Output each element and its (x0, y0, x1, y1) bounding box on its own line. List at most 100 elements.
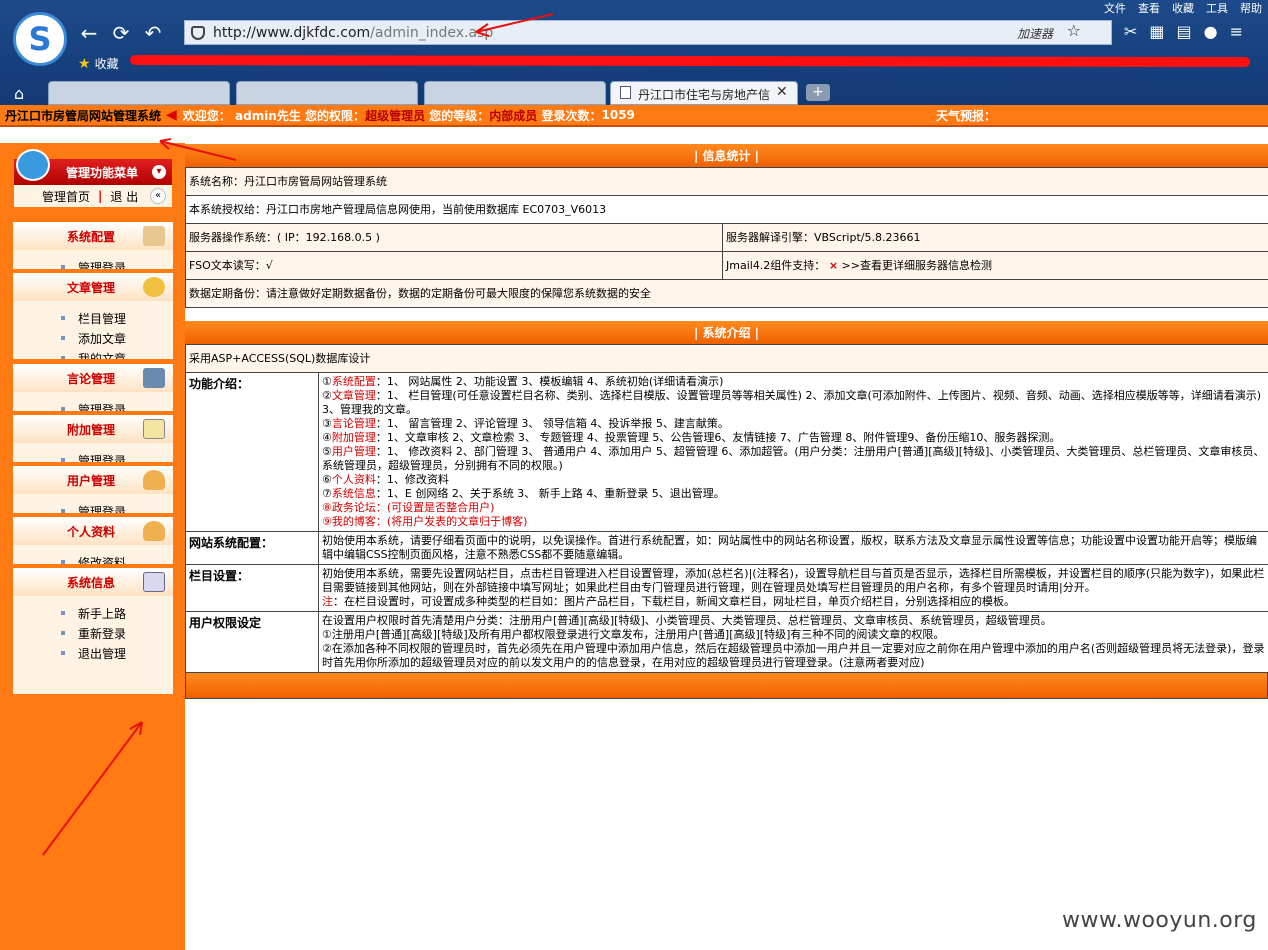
section-header[interactable]: 系统配置 (13, 222, 173, 250)
main-content: | 信息统计 | 系统名称：丹江口市房管局网站管理系统 本系统授权给：丹江口市房… (184, 143, 1268, 699)
weather-label: 天气预报： (936, 108, 997, 123)
back-icon[interactable]: ← (78, 22, 100, 44)
sidebar-section-article: 文章管理 栏目管理 添加文章 我的文章 (13, 273, 173, 359)
section-header[interactable]: 用户管理 (13, 466, 173, 494)
permission-text: 在设置用户权限时首先清楚用户分类：注册用户[普通][高级][特级]、小类管理员、… (317, 611, 1268, 673)
fso-support: FSO文本读写：√ (185, 251, 723, 280)
func-key: 个人资料 (331, 473, 376, 486)
sidebar-item[interactable]: 我的文章 (61, 349, 173, 359)
menu-icon[interactable]: ≡ (1230, 22, 1243, 41)
star-icon: ★ (78, 55, 91, 72)
sidebar-item[interactable]: 新手上路 (61, 604, 173, 624)
watermark: www.wooyun.org (1062, 908, 1257, 933)
logout-link[interactable]: 退 出 (110, 188, 138, 205)
cross-icon: × (828, 258, 839, 272)
favorites-label[interactable]: 收藏 (95, 55, 119, 72)
section-header[interactable]: 个人资料 (13, 517, 173, 545)
sidebar-item[interactable]: 管理登录 (61, 400, 173, 411)
section-header[interactable]: 附加管理 (13, 415, 173, 443)
menu-favorites[interactable]: 收藏 (1172, 0, 1194, 16)
func-line: ⑦系统信息：1、E 创网络 2、关于系统 3、 新手上路 4、重新登录 5、退出… (322, 487, 1265, 501)
user-name: admin先生 (235, 108, 301, 123)
section-title: 系统配置 (67, 230, 116, 244)
sidebar-item[interactable]: 修改资料 (61, 553, 173, 564)
system-name: 系统名称：丹江口市房管局网站管理系统 (185, 167, 1268, 196)
chat-icon[interactable]: ● (1204, 22, 1218, 41)
num: ③ (322, 417, 332, 430)
address-bar[interactable]: http://www.djkfdc.com/admin_index.asp 加速… (184, 20, 1112, 45)
close-icon[interactable]: ✕ (776, 84, 788, 100)
func-value: ：1、E 创网络 2、关于系统 3、 新手上路 4、重新登录 5、退出管理。 (375, 487, 725, 500)
func-value: ：1、 栏目管理(可任意设置栏目名称、类别、选择栏目模版、设置管理员等等相关属性… (322, 389, 1262, 416)
sidebar-item[interactable]: 退出管理 (61, 644, 173, 664)
calendar-icon (143, 572, 165, 592)
accelerator-label[interactable]: 加速器 (1017, 25, 1053, 42)
menu-help[interactable]: 帮助 (1240, 0, 1262, 16)
func-value: ：(将用户发表的文章归于博客) (375, 515, 528, 528)
menu-file[interactable]: 文件 (1104, 0, 1126, 16)
note-key: 注 (322, 595, 333, 608)
tab-1[interactable] (48, 81, 230, 105)
spacer (185, 308, 1268, 320)
section-title: 个人资料 (67, 525, 116, 539)
sidebar-quick-links: 管理首页 | 退 出 « (14, 185, 172, 207)
collapse-icon[interactable]: ▾ (152, 165, 166, 179)
perm-label: 您的权限： (305, 108, 366, 123)
menu-view[interactable]: 查看 (1138, 0, 1160, 16)
sidebar-section-profile: 个人资料 修改资料 (13, 517, 173, 564)
num: ⑨ (322, 515, 332, 528)
license-info: 本系统授权给：丹江口市房地产管理局信息网使用，当前使用数据库 EC0703_V6… (185, 195, 1268, 224)
sidebar-item[interactable]: 管理登录 (61, 451, 173, 462)
sidebar-item[interactable]: 重新登录 (61, 624, 173, 644)
jmail-support: Jmail4.2组件支持： × >>查看更详细服务器信息检测 (722, 251, 1268, 280)
tab-title: 丹江口市住宅与房地产信 (638, 88, 771, 102)
column-text: 初始使用本系统，需要先设置网站栏目，点击栏目管理进入栏目设置管理，添加(总栏名)… (317, 564, 1268, 612)
section-title: 附加管理 (67, 423, 116, 437)
site-config-label: 网站系统配置： (185, 531, 319, 565)
func-key: 我的博客 (331, 515, 376, 528)
func-value: ：1、 修改资料 2、部门管理 3、 普通用户 4、添加用户 5、超管管理 6、… (322, 445, 1265, 472)
func-value: ：1、文章审核 2、文章检索 3、 专题管理 4、投票管理 5、公告管理6、友情… (375, 431, 1061, 444)
server-detail-link[interactable]: >>查看更详细服务器信息检测 (842, 259, 992, 272)
shield-icon (191, 25, 205, 40)
chevron-left-icon[interactable]: « (150, 188, 166, 204)
tab-3[interactable] (424, 81, 606, 105)
func-key: 用户管理 (331, 445, 376, 458)
scissors-icon[interactable]: ✂ (1124, 22, 1137, 41)
section-title: 系统信息 (67, 576, 116, 590)
section-header[interactable]: 系统信息 (13, 568, 173, 596)
column-label: 栏目设置： (185, 564, 319, 612)
section-header[interactable]: 文章管理 (13, 273, 173, 301)
sidebar-section-users: 用户管理 管理登录 (13, 466, 173, 513)
sidebar-section-sysinfo: 系统信息 新手上路 重新登录 退出管理 (13, 568, 173, 694)
sidebar-item[interactable]: 添加文章 (61, 329, 173, 349)
grid-icon[interactable]: ▦ (1149, 22, 1164, 41)
sidebar-item[interactable]: 管理登录 (61, 258, 173, 269)
welcome-label: 欢迎您： (182, 108, 231, 123)
menu-logo-icon (16, 149, 50, 181)
sidebar-item[interactable]: 管理登录 (61, 502, 173, 513)
url-host: http://www.djkfdc.com (213, 24, 371, 41)
star-icon[interactable]: ☆ (1067, 21, 1081, 40)
section-header[interactable]: 言论管理 (13, 364, 173, 392)
new-tab-button[interactable]: + (806, 84, 830, 101)
sidebar-item[interactable]: 栏目管理 (61, 309, 173, 329)
login-count: 1059 (601, 108, 635, 122)
menu-tools[interactable]: 工具 (1206, 0, 1228, 16)
permission-label: 用户权限设定 (185, 611, 319, 673)
num: ② (322, 389, 332, 402)
perm-value: 超级管理员 (365, 108, 426, 123)
tab-2[interactable] (236, 81, 418, 105)
admin-home-link[interactable]: 管理首页 (42, 188, 90, 205)
func-line: ⑨我的博客：(将用户发表的文章归于博客) (322, 515, 1265, 529)
undo-icon[interactable]: ↶ (142, 22, 164, 44)
perm-line: ①注册用户[普通][高级][特级]及所有用户都权限登录进行文章发布，注册用户[普… (322, 628, 945, 641)
redaction-scribble (130, 55, 1250, 67)
column-desc: 初始使用本系统，需要先设置网站栏目，点击栏目管理进入栏目设置管理，添加(总栏名)… (322, 567, 1265, 594)
checklist-icon (143, 419, 165, 439)
url-path: /admin_index.asp (370, 24, 494, 41)
calendar-icon[interactable]: ▤ (1177, 22, 1192, 41)
refresh-icon[interactable]: ⟳ (110, 22, 132, 44)
func-value: ：(可设置是否整合用户) (375, 501, 495, 514)
func-key: 系统配置 (331, 375, 376, 388)
